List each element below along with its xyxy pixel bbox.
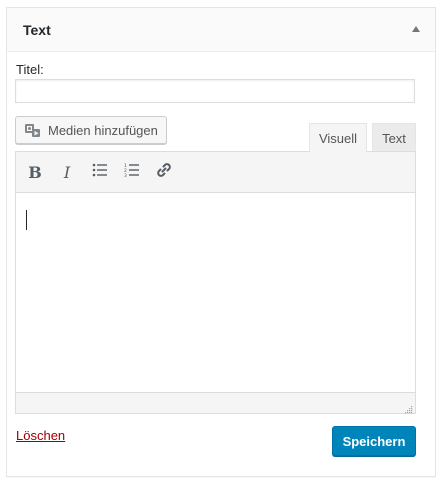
link-icon — [155, 161, 173, 184]
editor-content-area[interactable] — [16, 193, 415, 392]
widget-header[interactable]: Text — [7, 8, 435, 52]
save-button[interactable]: Speichern — [332, 426, 416, 456]
add-media-icon — [24, 122, 42, 138]
resize-handle-icon[interactable] — [403, 401, 413, 414]
numbered-list-icon: 1 2 3 — [124, 163, 140, 182]
bulleted-list-button[interactable] — [88, 160, 112, 184]
triangle-up-icon[interactable] — [407, 20, 425, 38]
italic-button[interactable]: I — [55, 160, 79, 184]
title-label: Titel: — [16, 62, 44, 77]
tab-visual[interactable]: Visuell — [309, 123, 367, 152]
add-media-button[interactable]: Medien hinzufügen — [15, 116, 167, 144]
bold-button[interactable]: B — [23, 160, 47, 184]
editor-toolbar: B I 1 2 3 — [16, 152, 415, 193]
bulleted-list-icon — [92, 163, 108, 182]
widget-title: Text — [23, 22, 51, 38]
svg-text:3: 3 — [124, 173, 127, 177]
rich-text-editor: B I 1 2 3 — [15, 151, 416, 414]
title-input[interactable] — [15, 79, 415, 103]
add-media-label: Medien hinzufügen — [48, 122, 158, 138]
link-button[interactable] — [152, 160, 176, 184]
delete-link[interactable]: Löschen — [16, 428, 65, 443]
editor-statusbar — [16, 392, 415, 414]
numbered-list-button[interactable]: 1 2 3 — [120, 160, 144, 184]
text-cursor — [26, 210, 27, 230]
tab-text[interactable]: Text — [372, 123, 416, 152]
